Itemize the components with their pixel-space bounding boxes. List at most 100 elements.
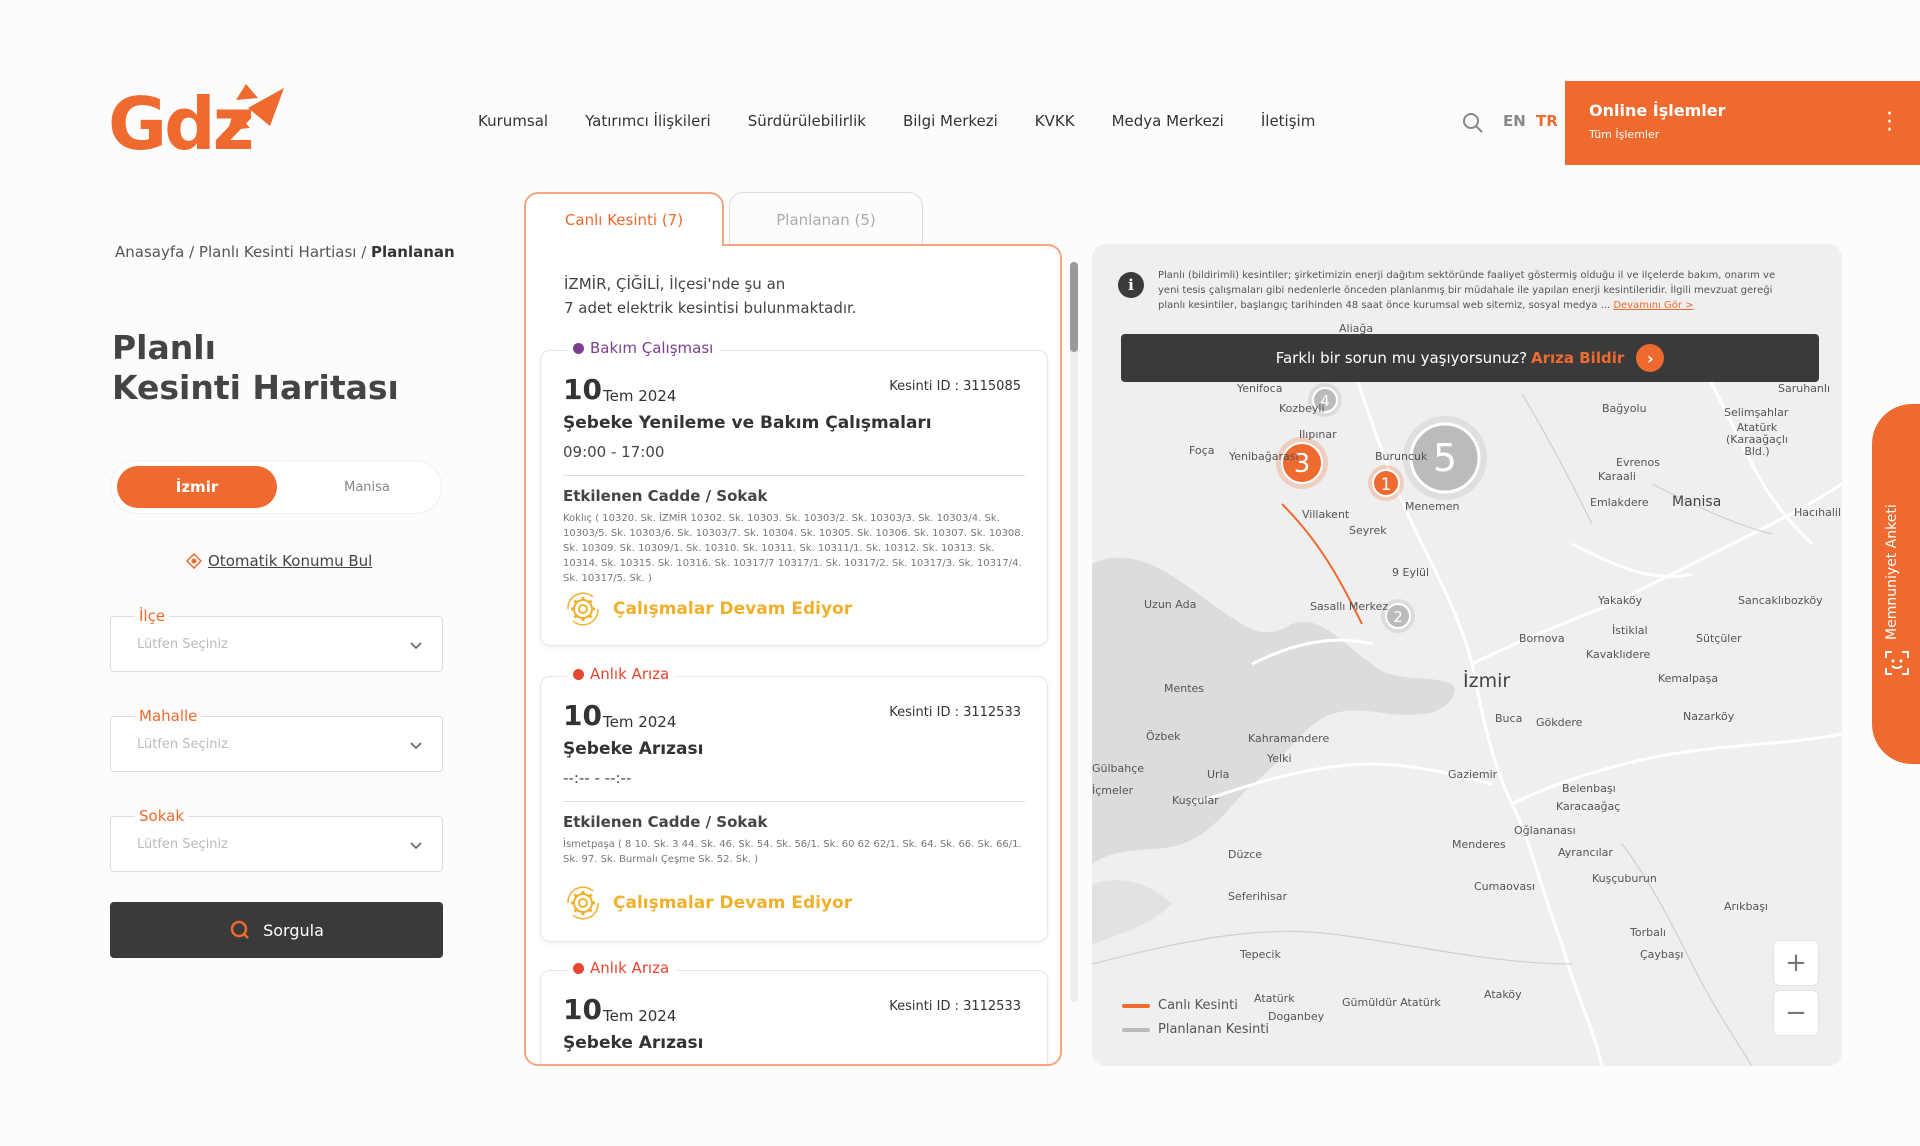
sokak-select[interactable]: Sokak Lütfen Seçiniz [110, 807, 443, 872]
city-izmir-button[interactable]: İzmir [117, 466, 277, 508]
map-place: Ayrancılar [1558, 846, 1613, 859]
card-divider [563, 475, 1025, 476]
nav-surdurulebilirlik[interactable]: Sürdürülebilirlik [748, 112, 866, 130]
mahalle-select[interactable]: Mahalle Lütfen Seçiniz [110, 707, 443, 772]
map-place: Bağyolu [1602, 402, 1647, 415]
cluster-live-1[interactable]: 1 [1368, 465, 1404, 501]
gdz-logo[interactable]: Gdz [108, 84, 288, 164]
outage-card[interactable]: Bakım Çalışması 10 Tem 2024 Kesinti ID :… [540, 339, 1048, 646]
lang-en[interactable]: EN [1503, 112, 1526, 130]
ilce-label: İlçe [135, 607, 170, 625]
report-fault-link[interactable]: Arıza Bildir [1531, 349, 1624, 367]
nav-kvkk[interactable]: KVKK [1035, 112, 1075, 130]
map-place: Sütçüler [1696, 632, 1742, 645]
map-place: Oğlananası [1514, 824, 1576, 837]
tab-planlanan[interactable]: Planlanan (5) [729, 192, 923, 246]
map-place: Kuşçuburun [1592, 872, 1657, 885]
nav-yatirimci[interactable]: Yatırımcı İlişkileri [585, 112, 711, 130]
card-streets: Koklıç ( 10320. Sk. İZMİR 10302. Sk. 103… [563, 513, 1024, 584]
nav-bilgi-merkezi[interactable]: Bilgi Merkezi [903, 112, 998, 130]
nav-medya-merkezi[interactable]: Medya Merkezi [1112, 112, 1224, 130]
card-streets-heading: Etkilenen Cadde / Sokak [563, 813, 768, 831]
cluster-label: 5 [1433, 436, 1457, 480]
nav-kurumsal[interactable]: Kurumsal [478, 112, 548, 130]
cluster-live-3[interactable]: 3 [1276, 437, 1328, 489]
card-type-label: Anlık Arıza [590, 665, 670, 683]
gear-icon [567, 592, 599, 626]
online-sub[interactable]: Tüm İşlemler [1589, 128, 1920, 141]
location-target-icon [186, 553, 202, 569]
map-place: Arıkbaşı [1724, 900, 1768, 913]
type-dot [573, 668, 584, 680]
card-month: Tem 2024 [603, 713, 677, 731]
map-place: Selimşahlar [1724, 406, 1789, 419]
ilce-placeholder: Lütfen Seçiniz [137, 637, 228, 652]
breadcrumb-current: Planlanan [371, 243, 455, 261]
map-place: Sancaklıbozköy [1738, 594, 1823, 607]
auto-location-link[interactable]: Otomatik Konumu Bul [186, 552, 372, 570]
chevron-down-icon [410, 742, 422, 750]
map-place: Yakaköy [1598, 594, 1643, 607]
map-place: Buruncuk [1375, 450, 1428, 463]
type-dot [573, 962, 584, 974]
info-more-link[interactable]: Devamını Gör > [1613, 300, 1693, 311]
survey-face-icon [1885, 651, 1909, 675]
map-place: Gümüldür Atatürk [1342, 996, 1441, 1009]
map-place: Düzce [1228, 848, 1263, 861]
card-day: 10 [563, 699, 602, 732]
chevron-down-icon [410, 842, 422, 850]
map-place: Mentes [1164, 682, 1205, 695]
map-place: Menemen [1405, 500, 1460, 513]
map-place: Özbek [1146, 730, 1181, 743]
card-type-label: Bakım Çalışması [590, 339, 714, 357]
map-place: Cumaovası [1474, 880, 1535, 893]
breadcrumb-home[interactable]: Anasayfa [115, 243, 184, 261]
card-time: 09:00 - 17:00 [563, 443, 665, 461]
map-place: Villakent [1302, 508, 1350, 521]
legend-live-swatch [1122, 1004, 1150, 1008]
map-place: Yelki [1267, 752, 1292, 765]
breadcrumb: Anasayfa / Planlı Kesinti Hartiası / Pla… [115, 243, 455, 261]
map-place: Gökdere [1536, 716, 1583, 729]
zoom-in-button[interactable]: + [1773, 940, 1819, 986]
more-vertical-icon[interactable]: · · · [1886, 104, 1893, 142]
breadcrumb-mid[interactable]: Planlı Kesinti Hartiası [199, 243, 357, 261]
outage-card[interactable]: Anlık Arıza 10 Tem 2024 Kesinti ID : 311… [540, 665, 1048, 942]
ilce-select[interactable]: İlçe Lütfen Seçiniz [110, 607, 443, 672]
card-id: Kesinti ID : 3112533 [889, 705, 1021, 720]
online-islemler-panel[interactable]: Online İşlemler Tüm İşlemler · · · [1565, 81, 1920, 165]
list-scrollbar[interactable] [1070, 262, 1078, 1002]
map-place: Çaybaşı [1640, 948, 1684, 961]
outage-card[interactable]: Anlık Arıza 10 Tem 2024 Kesinti ID : 311… [540, 959, 1048, 1064]
auto-location-label: Otomatik Konumu Bul [208, 552, 373, 570]
list-scrollbar-thumb[interactable] [1070, 262, 1078, 352]
map-place: 9 Eylül [1392, 566, 1430, 579]
legend-planned: Planlanan Kesinti [1122, 1018, 1269, 1042]
card-title: Şebeke Yenileme ve Bakım Çalışmaları [563, 413, 932, 433]
sokak-label: Sokak [135, 807, 188, 825]
map-place: Gülbahçe [1092, 762, 1145, 775]
sorgula-button[interactable]: Sorgula [110, 902, 443, 958]
chevron-right-icon[interactable]: › [1636, 344, 1665, 372]
lang-tr[interactable]: TR [1536, 112, 1558, 130]
map-place: Karacaağaç [1556, 800, 1621, 813]
map-place: Doganbey [1268, 1010, 1325, 1023]
card-status: Çalışmalar Devam Ediyor [563, 589, 852, 629]
card-month: Tem 2024 [603, 1007, 677, 1025]
legend-live: Canlı Kesinti [1122, 994, 1269, 1018]
survey-label[interactable]: Memnuniyet Anketi [1884, 504, 1900, 640]
city-manisa-button[interactable]: Manisa [307, 466, 427, 508]
nav-iletisim[interactable]: İletişim [1261, 112, 1315, 130]
map-place: Kozbeyli [1279, 402, 1325, 415]
legend-planned-label: Planlanan Kesinti [1158, 1022, 1270, 1037]
tab-canli-kesinti[interactable]: Canlı Kesinti (7) [524, 192, 724, 246]
search-icon[interactable] [1462, 112, 1484, 134]
legend-live-label: Canlı Kesinti [1158, 998, 1238, 1013]
breadcrumb-sep: / [356, 243, 372, 261]
map-place: Urla [1207, 768, 1230, 781]
map-place: Karaali [1598, 470, 1636, 483]
chevron-down-icon [410, 642, 422, 650]
map-place: Belenbaşı [1562, 782, 1616, 795]
zoom-out-button[interactable]: − [1773, 990, 1819, 1036]
map-place: Ilıpınar [1299, 428, 1337, 441]
